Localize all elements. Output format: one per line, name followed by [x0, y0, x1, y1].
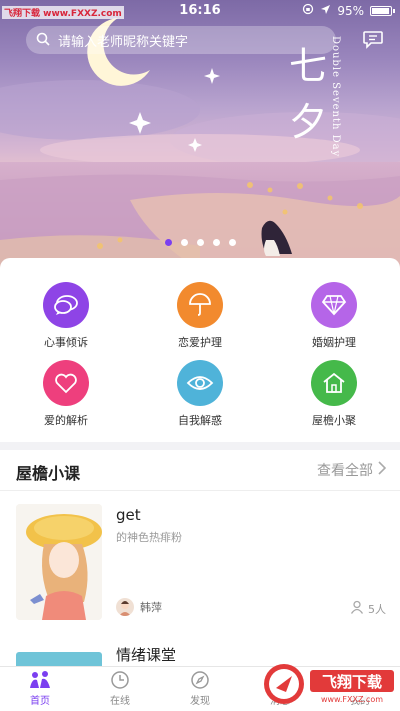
menu-item-label: 心事倾诉 — [44, 336, 88, 349]
watermark-logo-url: www.FXXZ.com — [321, 695, 383, 704]
menu-item-love-care[interactable]: 恋爱护理 — [150, 282, 250, 350]
course-title: get — [116, 506, 141, 524]
tab-home[interactable]: 首页 — [0, 669, 80, 707]
message-bubble-icon[interactable] — [362, 28, 384, 54]
diamond-icon — [311, 282, 357, 328]
search-input[interactable]: 请输入老师昵称关键字 — [58, 31, 188, 50]
course-card[interactable]: get 的神色热痱粉 韩萍 5人 — [16, 504, 386, 620]
menu-item-label: 恋爱护理 — [178, 336, 222, 349]
tab-label: 首页 — [30, 696, 50, 707]
battery-percent: 95% — [337, 3, 364, 18]
status-bar: 16:16 95% — [0, 0, 400, 20]
watermark-logo-text: 飞翔下载 — [322, 673, 382, 691]
carousel-dot[interactable] — [228, 239, 236, 246]
see-all-link[interactable]: 查看全部 — [317, 460, 387, 480]
menu-item-self-help[interactable]: 自我解惑 — [150, 360, 250, 428]
carousel-dot[interactable] — [180, 239, 188, 246]
search-icon — [36, 31, 50, 50]
clock-icon — [80, 669, 160, 691]
carousel-dots[interactable] — [0, 239, 400, 246]
category-menu: 心事倾诉 恋爱护理 婚姻护理 爱的解析 自我解惑 屋檐小聚 — [0, 258, 400, 442]
menu-item-label: 屋檐小聚 — [312, 414, 356, 427]
menu-item-label: 自我解惑 — [178, 414, 222, 427]
carousel-dot[interactable] — [196, 239, 204, 246]
heart-icon — [43, 360, 89, 406]
watermark-logo: 飞翔下载 www.FXXZ.com — [262, 658, 400, 711]
battery-icon — [370, 5, 395, 16]
tab-label: 在线 — [110, 696, 130, 707]
participant-count-label: 5人 — [368, 602, 386, 616]
menu-item-gathering[interactable]: 屋檐小聚 — [284, 360, 384, 428]
menu-item-confide[interactable]: 心事倾诉 — [16, 282, 116, 350]
menu-item-marriage-care[interactable]: 婚姻护理 — [284, 282, 384, 350]
banner-title: 七 夕 — [284, 38, 332, 150]
status-indicators: 95% — [302, 3, 395, 18]
banner-title-line2: 夕 — [288, 100, 327, 144]
menu-item-love-analysis[interactable]: 爱的解析 — [16, 360, 116, 428]
teacher-name: 韩萍 — [140, 601, 162, 614]
section-divider — [0, 442, 400, 450]
banner-subtitle: Double Seventh Day — [330, 36, 341, 158]
course-description: 的神色热痱粉 — [116, 531, 182, 544]
tab-online[interactable]: 在线 — [80, 669, 160, 707]
banner-carousel[interactable]: 飞翔下载 www.FXXZ.com 16:16 95% 请输入老师昵称关键字 七… — [0, 0, 400, 270]
menu-item-label: 婚姻护理 — [312, 336, 356, 349]
section-title: 屋檐小课 — [16, 464, 81, 483]
see-all-label: 查看全部 — [317, 463, 373, 479]
menu-item-label: 爱的解析 — [44, 414, 88, 427]
course-title: 情绪课堂 — [116, 646, 177, 664]
tab-label: 发现 — [190, 696, 210, 707]
banner-title-line1: 七 — [288, 44, 327, 88]
chat-bubbles-icon — [43, 282, 89, 328]
course-thumbnail — [16, 504, 102, 620]
teacher-info: 韩萍 — [116, 598, 162, 616]
home-people-icon — [0, 669, 80, 691]
lock-rotation-icon — [302, 3, 314, 18]
compass-icon — [160, 669, 240, 691]
carousel-dot[interactable] — [164, 239, 172, 246]
umbrella-icon — [177, 282, 223, 328]
eye-icon — [177, 360, 223, 406]
location-icon — [320, 4, 331, 18]
divider — [0, 490, 400, 491]
house-icon — [311, 360, 357, 406]
carousel-dot[interactable] — [212, 239, 220, 246]
course-section: 屋檐小课 查看全部 get 的神色热痱粉 韩萍 5人 情绪课堂 — [0, 450, 400, 672]
chevron-right-icon — [377, 461, 387, 479]
avatar — [116, 598, 134, 616]
tab-discover[interactable]: 发现 — [160, 669, 240, 707]
participant-count: 5人 — [350, 600, 386, 617]
person-icon — [350, 600, 364, 617]
